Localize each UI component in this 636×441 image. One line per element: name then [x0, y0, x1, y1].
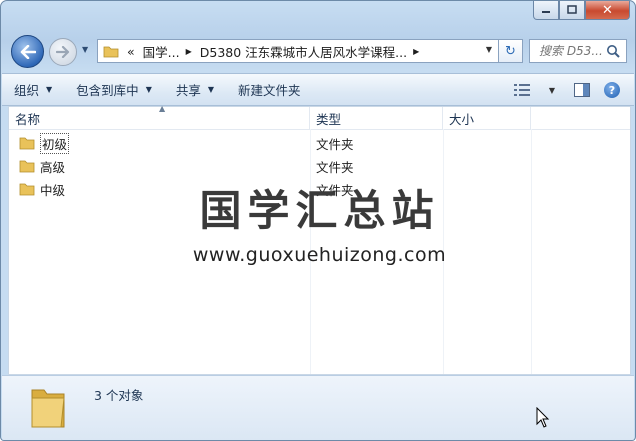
help-button[interactable]: ? — [600, 78, 624, 102]
column-type-label: 类型 — [316, 111, 342, 127]
search-icon[interactable] — [606, 44, 620, 58]
minimize-icon — [542, 11, 550, 13]
refresh-icon: ↻ — [505, 43, 516, 59]
file-name: 高级 — [40, 159, 66, 175]
preview-pane-button[interactable] — [570, 78, 594, 102]
folder-icon — [19, 160, 35, 173]
organize-label: 组织 — [14, 83, 40, 98]
folder-icon — [103, 46, 119, 58]
sort-ascending-icon: ▲ — [159, 104, 166, 113]
preview-pane-icon — [574, 83, 590, 97]
chevron-down-icon: ▼ — [207, 85, 215, 94]
forward-button[interactable] — [49, 38, 77, 66]
file-type: 文件夹 — [316, 136, 354, 152]
minimize-button[interactable] — [533, 1, 559, 20]
folder-icon — [19, 137, 35, 150]
explorer-window: ✕ ▼ « 国学... ▶ D5380 汪东霖城市人居风水学课程... ▶ ▼ … — [0, 0, 636, 441]
watermark-title: 国学汇总站 — [199, 186, 440, 235]
view-dropdown[interactable]: ▼ — [540, 78, 564, 102]
breadcrumb-item-guoxue[interactable]: 国学... — [143, 42, 180, 61]
share-label: 共享 — [175, 83, 201, 98]
column-headers: ▲ 名称 类型 大小 — [9, 104, 630, 130]
forward-arrow-icon — [56, 46, 70, 58]
file-list: ▲ 名称 类型 大小 初级 文件夹 高级 文件夹 中级 文件夹 国学汇总站 ww… — [8, 104, 631, 375]
column-size-label: 大小 — [449, 111, 475, 127]
column-header-name[interactable]: ▲ 名称 — [9, 104, 310, 129]
recent-pages-dropdown[interactable]: ▼ — [82, 45, 92, 55]
new-folder-button[interactable]: 新建文件夹 — [226, 77, 313, 103]
chevron-right-icon[interactable]: ▶ — [413, 47, 419, 56]
maximize-button[interactable] — [559, 1, 585, 20]
back-arrow-icon — [20, 44, 36, 59]
new-folder-label: 新建文件夹 — [238, 83, 301, 98]
maximize-icon — [567, 5, 577, 14]
details-view-icon — [514, 84, 530, 96]
list-item[interactable]: 初级 文件夹 — [9, 132, 630, 154]
item-count: 3 个对象 — [94, 388, 144, 403]
column-name-label: 名称 — [15, 111, 41, 127]
navigation-bar: ▼ « 国学... ▶ D5380 汪东霖城市人居风水学课程... ▶ ▼ ↻ — [11, 35, 627, 68]
watermark-url: www.guoxuehuizong.com — [192, 244, 447, 266]
command-bar: 组织 ▼ 包含到库中 ▼ 共享 ▼ 新建文件夹 ▼ ? — [2, 73, 634, 106]
organize-menu[interactable]: 组织 ▼ — [2, 77, 64, 103]
back-button[interactable] — [11, 35, 44, 68]
column-header-size[interactable]: 大小 — [443, 107, 531, 129]
close-button[interactable]: ✕ — [585, 1, 630, 20]
address-bar[interactable]: « 国学... ▶ D5380 汪东霖城市人居风水学课程... ▶ ▼ — [97, 39, 499, 63]
help-icon: ? — [604, 82, 620, 98]
chevron-right-icon[interactable]: ▶ — [186, 47, 192, 56]
share-menu[interactable]: 共享 ▼ — [164, 77, 226, 103]
file-type: 文件夹 — [316, 159, 354, 175]
large-folder-icon — [31, 389, 65, 428]
search-box[interactable] — [529, 39, 627, 63]
chevron-down-icon: ▼ — [46, 85, 53, 94]
address-dropdown-icon[interactable]: ▼ — [486, 45, 492, 54]
include-in-library-label: 包含到库中 — [76, 83, 139, 98]
close-icon: ✕ — [602, 2, 613, 18]
breadcrumb-item-course[interactable]: D5380 汪东霖城市人居风水学课程... — [200, 42, 407, 61]
view-options-button[interactable] — [510, 78, 534, 102]
include-in-library-menu[interactable]: 包含到库中 ▼ — [64, 77, 164, 103]
search-input[interactable] — [537, 43, 611, 59]
list-item[interactable]: 高级 文件夹 — [9, 155, 630, 177]
refresh-button[interactable]: ↻ — [499, 39, 523, 63]
chevron-down-icon: ▼ — [145, 85, 152, 94]
caption-buttons: ✕ — [533, 1, 630, 21]
mouse-cursor-icon — [536, 407, 550, 428]
watermark: 国学汇总站 www.guoxuehuizong.com — [9, 177, 630, 266]
breadcrumb-overflow[interactable]: « — [127, 44, 135, 59]
file-name: 初级 — [40, 132, 70, 154]
column-header-type[interactable]: 类型 — [310, 107, 443, 129]
